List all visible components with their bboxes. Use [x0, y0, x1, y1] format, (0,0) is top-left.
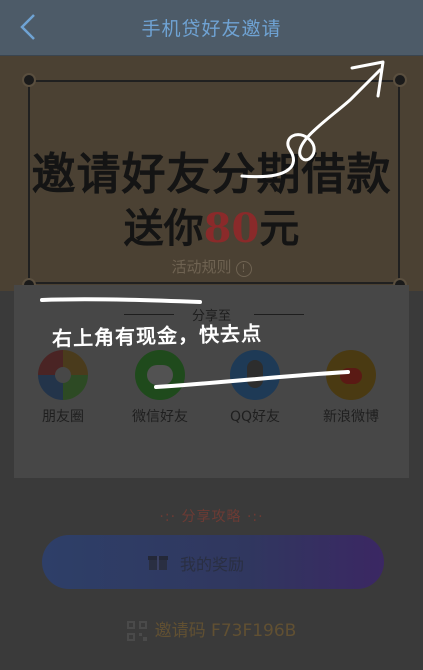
strategy-label: 分享攻略 — [181, 509, 242, 525]
subline-prefix: 送你 — [123, 205, 204, 252]
divider — [254, 314, 304, 315]
overlay-hint: 右上角有现金，快去点 — [51, 321, 263, 351]
share-weibo[interactable]: 新浪微博 — [306, 350, 396, 426]
nav-bar: 手机贷好友邀请 — [0, 0, 423, 56]
qq-icon — [230, 350, 280, 400]
rules-label: 活动规则 — [171, 258, 232, 276]
share-wechat[interactable]: 微信好友 — [115, 350, 205, 426]
weibo-icon — [326, 350, 376, 400]
share-qq[interactable]: QQ好友 — [210, 350, 300, 426]
promo-banner: 邀请好友分期借款 送你80元 活动规则! — [0, 56, 423, 291]
page-title: 手机贷好友邀请 — [141, 18, 282, 40]
invite-code: 邀请码 F73F196B — [0, 616, 423, 641]
info-icon: ! — [235, 261, 252, 277]
frame-rivet — [22, 73, 36, 87]
gift-icon — [148, 556, 168, 570]
my-rewards-button[interactable]: 我的奖励 — [42, 535, 384, 589]
share-label: 微信好友 — [132, 409, 188, 425]
invite-code-value: F73F196B — [211, 621, 297, 641]
banner-subline: 送你80元 — [0, 196, 423, 254]
subline-suffix: 元 — [259, 205, 300, 252]
invite-label: 邀请码 — [154, 621, 206, 641]
share-sheet: 分享至 朋友圈 微信好友 QQ好友 新浪微博 — [14, 285, 409, 478]
rules-link[interactable]: 活动规则! — [0, 256, 423, 277]
reward-label: 我的奖励 — [180, 555, 245, 574]
share-strategy[interactable]: ·:· 分享攻略 ·:· — [0, 506, 423, 526]
reward-amount: 80 — [203, 205, 260, 252]
frame-rivet — [393, 73, 407, 87]
wechat-icon — [135, 350, 185, 400]
share-label: 朋友圈 — [42, 409, 84, 425]
banner-headline: 邀请好友分期借款 — [31, 149, 392, 200]
qr-code-icon — [126, 621, 147, 641]
moments-icon — [38, 350, 88, 400]
share-label: 新浪微博 — [323, 409, 379, 425]
share-moments[interactable]: 朋友圈 — [18, 350, 108, 426]
share-label: QQ好友 — [229, 409, 281, 425]
